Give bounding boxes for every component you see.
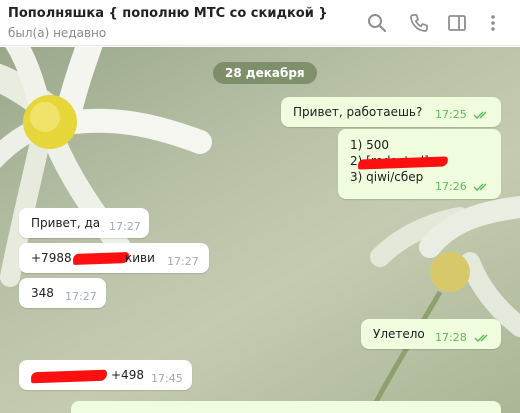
incoming-message[interactable]: 348 17:27	[19, 278, 106, 308]
message-time: 17:45	[151, 372, 183, 385]
incoming-message[interactable]: +7988 киви 17:27	[19, 243, 209, 273]
outgoing-message[interactable]	[71, 401, 501, 413]
chat-status: был(а) недавно	[8, 26, 107, 40]
outgoing-message[interactable]: Привет, работаешь? 17:25	[281, 97, 501, 127]
redaction-mark	[72, 252, 130, 265]
sidebar-toggle-icon[interactable]	[446, 12, 468, 34]
double-check-icon	[473, 110, 491, 120]
outgoing-message[interactable]: 1) 500 2) [redacted] 3) qiwi/сбер 17:26	[338, 129, 501, 199]
redaction-mark	[357, 156, 449, 170]
message-time: 17:27	[65, 290, 97, 303]
double-check-icon	[474, 333, 492, 343]
double-check-icon	[473, 182, 491, 192]
message-time: 17:27	[167, 255, 199, 268]
message-text: Привет, да	[31, 216, 101, 230]
message-text: Привет, работаешь?	[293, 105, 423, 119]
message-text-part: киви	[125, 251, 155, 265]
chat-title[interactable]: Пополняшка { пополню МТС со скидкой }	[8, 6, 328, 21]
phone-icon[interactable]	[408, 12, 430, 34]
outgoing-message[interactable]: Улетело 17:28	[361, 319, 501, 349]
message-text: 348	[31, 286, 54, 300]
search-icon[interactable]	[366, 12, 388, 34]
message-time: 17:27	[109, 220, 141, 233]
more-vertical-icon[interactable]	[482, 12, 504, 34]
message-time: 17:25	[435, 108, 467, 121]
message-text: Улетело	[373, 327, 425, 341]
date-separator: 28 декабря	[213, 62, 317, 84]
message-line: 3) qiwi/сбер	[350, 170, 424, 184]
redaction-mark	[30, 369, 108, 384]
message-time: 17:28	[435, 331, 467, 344]
incoming-message[interactable]: +498 17:45	[19, 360, 192, 390]
message-text-part: +7988	[31, 251, 72, 265]
message-list[interactable]: 28 декабря Привет, работаешь? 17:25 1) 5…	[0, 47, 520, 413]
incoming-message[interactable]: Привет, да 17:27	[19, 208, 149, 238]
message-time: 17:26	[435, 180, 467, 193]
message-line: 1) 500	[350, 138, 390, 152]
chat-header: Пополняшка { пополню МТС со скидкой } бы…	[0, 0, 520, 46]
message-text-part: +498	[111, 368, 144, 382]
